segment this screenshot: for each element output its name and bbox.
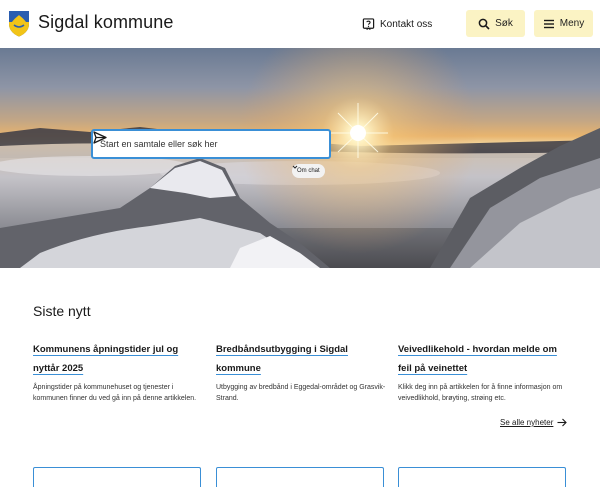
news-item: Bredbåndsutbygging i Sigdal kommune Utby… — [216, 339, 388, 404]
contact-button[interactable]: Kontakt oss — [362, 10, 432, 38]
news-heading: Siste nytt — [33, 303, 91, 319]
search-icon — [478, 18, 490, 30]
see-all-news-label: Se alle nyheter — [500, 418, 554, 427]
news-item-title[interactable]: Kommunens åpningstider jul og nyttår 202… — [33, 344, 178, 374]
chat-search-box — [91, 129, 331, 159]
menu-label: Meny — [559, 18, 585, 29]
about-chat-button[interactable]: Om chat — [292, 164, 325, 178]
news-item-description: Klikk deg inn på artikkelen for å finne … — [398, 384, 563, 402]
send-icon[interactable] — [93, 131, 107, 144]
hero-banner: Om chat — [0, 48, 600, 268]
about-chat-label: Om chat — [297, 168, 320, 174]
search-label: Søk — [495, 18, 513, 29]
coat-of-arms-logo[interactable] — [8, 10, 30, 37]
site-header: Sigdal kommune Kontakt oss Søk Meny — [0, 0, 600, 48]
site-name[interactable]: Sigdal kommune — [38, 12, 173, 33]
hamburger-icon — [543, 19, 554, 28]
shortcut-card[interactable] — [398, 467, 566, 487]
news-item: Veivedlikehold - hvordan melde om feil p… — [398, 339, 570, 404]
shortcut-card[interactable] — [33, 467, 201, 487]
news-item-title[interactable]: Veivedlikehold - hvordan melde om feil p… — [398, 344, 557, 374]
news-item-title[interactable]: Bredbåndsutbygging i Sigdal kommune — [216, 344, 348, 374]
chevron-down-icon — [292, 165, 298, 169]
news-item: Kommunens åpningstider jul og nyttår 202… — [33, 339, 205, 404]
arrow-right-icon — [557, 418, 568, 427]
shortcut-card[interactable] — [216, 467, 384, 487]
see-all-news-link[interactable]: Se alle nyheter — [500, 418, 568, 427]
search-button[interactable]: Søk — [466, 10, 525, 37]
contact-label: Kontakt oss — [380, 18, 433, 30]
news-item-description: Åpningstider på kommunehuset og tjeneste… — [33, 384, 197, 402]
menu-button[interactable]: Meny — [534, 10, 593, 37]
news-item-description: Utbygging av bredbånd i Eggedal-området … — [216, 384, 386, 402]
help-icon — [362, 17, 375, 30]
chat-search-input[interactable] — [100, 139, 300, 149]
